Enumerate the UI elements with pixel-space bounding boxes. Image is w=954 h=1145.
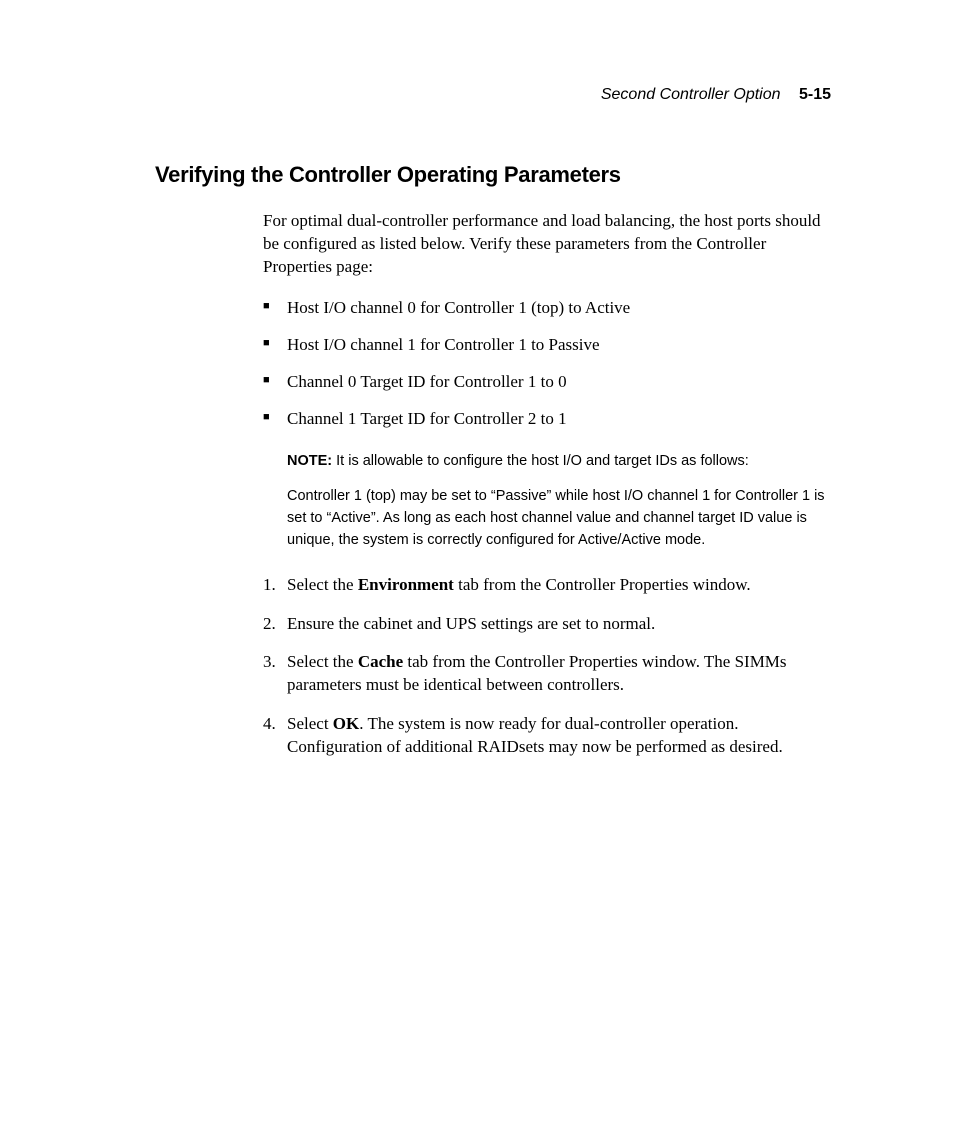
section-title: Verifying the Controller Operating Param… xyxy=(155,162,849,188)
list-item: Channel 1 Target ID for Controller 2 to … xyxy=(263,408,834,431)
numbered-list: Select the Environment tab from the Cont… xyxy=(263,574,834,760)
step-text: Select xyxy=(287,714,333,733)
intro-paragraph: For optimal dual-controller performance … xyxy=(263,210,834,279)
note-quote: “Passive” xyxy=(491,488,551,504)
note-label: NOTE: xyxy=(287,453,332,469)
step-bold: OK xyxy=(333,714,359,733)
list-item: Ensure the cabinet and UPS settings are … xyxy=(263,613,834,636)
list-item: Channel 0 Target ID for Controller 1 to … xyxy=(263,371,834,394)
list-item: Host I/O channel 1 for Controller 1 to P… xyxy=(263,334,834,357)
note-text: It is allowable to configure the host I/… xyxy=(332,453,749,469)
step-bold: Cache xyxy=(358,652,403,671)
step-bold: Environment xyxy=(358,575,454,594)
list-item: Select OK. The system is now ready for d… xyxy=(263,713,834,759)
note-quote: “Active” xyxy=(327,510,376,526)
step-text: Select the xyxy=(287,652,358,671)
header-page-number: 5-15 xyxy=(799,86,831,103)
note-text: Controller 1 (top) may be set to xyxy=(287,488,491,504)
note-block: NOTE: It is allowable to configure the h… xyxy=(287,451,834,552)
document-page: Second Controller Option 5-15 Verifying … xyxy=(0,0,954,759)
page-header: Second Controller Option 5-15 xyxy=(155,86,849,104)
note-line-2: Controller 1 (top) may be set to “Passiv… xyxy=(287,486,834,551)
step-text: Select the xyxy=(287,575,358,594)
note-line-1: NOTE: It is allowable to configure the h… xyxy=(287,451,834,473)
list-item: Host I/O channel 0 for Controller 1 (top… xyxy=(263,297,834,320)
step-text: Ensure the cabinet and UPS settings are … xyxy=(287,614,655,633)
list-item: Select the Cache tab from the Controller… xyxy=(263,651,834,697)
bullet-list: Host I/O channel 0 for Controller 1 (top… xyxy=(263,297,834,431)
list-item: Select the Environment tab from the Cont… xyxy=(263,574,834,597)
step-text: tab from the Controller Properties windo… xyxy=(454,575,751,594)
header-title: Second Controller Option xyxy=(601,86,781,103)
content-block: For optimal dual-controller performance … xyxy=(263,210,849,759)
step-text: . The system is now ready for dual-contr… xyxy=(287,714,783,756)
